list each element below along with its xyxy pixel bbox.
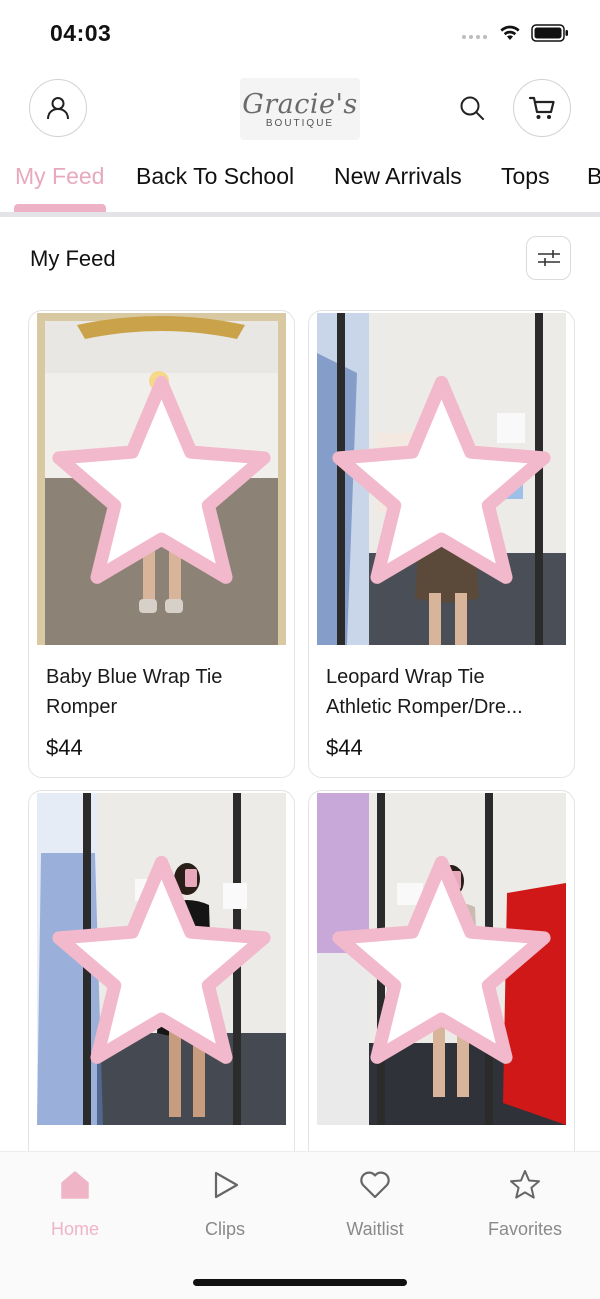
product-name-line2: Athletic Romper/Dre... [326,696,523,718]
home-indicator[interactable] [193,1279,407,1286]
product-image[interactable] [317,313,566,645]
product-card[interactable]: Baby Blue Wrap Tie Romper $44 [28,310,295,778]
app-header: Gracie's BOUTIQUE [0,66,600,152]
nav-home-label: Home [50,1219,99,1239]
bottom-nav: Home Clips Waitlist Favorites [0,1151,600,1299]
nav-clips[interactable]: Clips [165,1168,285,1240]
product-image[interactable] [37,793,286,1125]
search-button[interactable] [455,91,489,125]
logo-script: Gracie's [242,88,358,120]
nav-home[interactable]: Home [15,1168,135,1240]
product-name-line1: Baby Blue Wrap Tie [46,666,223,688]
nav-favorites-label: Favorites [487,1219,563,1239]
sliders-icon [537,250,560,266]
search-icon [460,96,484,120]
product-card[interactable] [28,790,295,1170]
filter-button[interactable] [526,236,571,280]
product-card[interactable]: Leopard Wrap Tie Athletic Romper/Dre... … [308,310,575,778]
product-card[interactable] [308,790,575,1170]
favorite-star-icon[interactable] [37,799,286,1125]
play-icon [214,1171,239,1199]
signal-dots [462,35,487,39]
product-price: $44 [46,735,83,760]
nav-favorites[interactable]: Favorites [465,1168,585,1240]
status-time: 04:03 [50,20,112,46]
cart-icon [528,96,555,119]
tab-my-feed[interactable]: My Feed [15,163,104,190]
product-name-line2: Romper [46,696,118,718]
logo-subtitle: BOUTIQUE [265,117,335,129]
product-name-line1: Leopard Wrap Tie [326,666,485,688]
category-tabs: My Feed Back To School New Arrivals Tops… [0,152,600,212]
product-price: $44 [326,735,363,760]
product-name[interactable]: Leopard Wrap Tie Athletic Romper/Dre... [326,662,561,722]
account-button[interactable] [29,79,87,137]
tab-back-to-school[interactable]: Back To School [136,163,294,190]
nav-waitlist[interactable]: Waitlist [315,1168,435,1240]
heart-icon [360,1171,390,1199]
product-image[interactable] [37,313,286,645]
tab-tops[interactable]: Tops [501,163,550,190]
home-icon [61,1171,89,1199]
brand-logo[interactable]: Gracie's BOUTIQUE [240,78,360,140]
cart-button[interactable] [513,79,571,137]
favorite-star-icon[interactable] [317,319,566,645]
tab-overflow[interactable]: B [587,163,600,190]
product-image[interactable] [317,793,566,1125]
wifi-icon [500,25,520,40]
tab-new-arrivals[interactable]: New Arrivals [334,163,462,190]
active-tab-indicator [14,204,106,212]
account-icon [47,97,69,120]
battery-icon [531,24,568,42]
status-bar: 04:03 [0,0,600,66]
favorite-star-icon[interactable] [317,799,566,1125]
nav-clips-label: Clips [204,1219,245,1239]
star-icon [510,1170,540,1199]
feed-title: My Feed [30,246,116,271]
tabs-divider [0,212,600,217]
nav-waitlist-label: Waitlist [346,1219,404,1239]
favorite-star-icon[interactable] [37,319,286,645]
product-name[interactable]: Baby Blue Wrap Tie Romper [46,662,281,722]
